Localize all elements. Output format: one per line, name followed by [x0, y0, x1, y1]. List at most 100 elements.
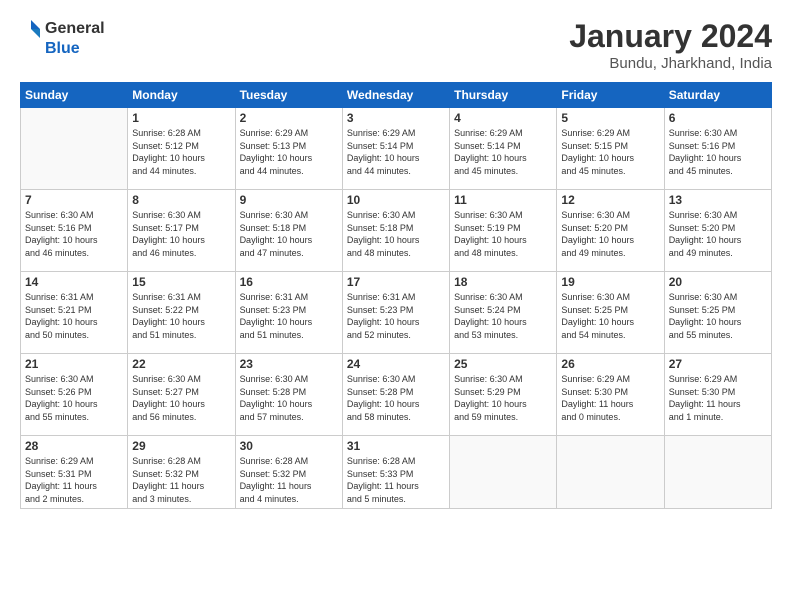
day-number: 29: [132, 439, 230, 453]
day-number: 6: [669, 111, 767, 125]
day-info: Sunrise: 6:28 AM Sunset: 5:32 PM Dayligh…: [132, 455, 230, 505]
calendar-cell-w3-d3: 16Sunrise: 6:31 AM Sunset: 5:23 PM Dayli…: [235, 272, 342, 354]
day-info: Sunrise: 6:29 AM Sunset: 5:31 PM Dayligh…: [25, 455, 123, 505]
calendar-week-4: 21Sunrise: 6:30 AM Sunset: 5:26 PM Dayli…: [21, 354, 772, 436]
calendar-cell-w1-d2: 1Sunrise: 6:28 AM Sunset: 5:12 PM Daylig…: [128, 108, 235, 190]
page: General Blue January 2024 Bundu, Jharkha…: [0, 0, 792, 612]
day-info: Sunrise: 6:30 AM Sunset: 5:25 PM Dayligh…: [561, 291, 659, 341]
day-number: 4: [454, 111, 552, 125]
day-info: Sunrise: 6:30 AM Sunset: 5:20 PM Dayligh…: [669, 209, 767, 259]
calendar-cell-w4-d7: 27Sunrise: 6:29 AM Sunset: 5:30 PM Dayli…: [664, 354, 771, 436]
calendar-cell-w4-d6: 26 Sunrise: 6:29 AM Sunset: 5:30 PM Dayli…: [557, 354, 664, 436]
day-number: 30: [240, 439, 338, 453]
day-number: 24: [347, 357, 445, 371]
day-info: Sunrise: 6:29 AM Sunset: 5:30 PM Dayligh…: [561, 373, 659, 423]
day-info: Sunrise: 6:30 AM Sunset: 5:24 PM Dayligh…: [454, 291, 552, 341]
calendar-cell-w1-d6: 5Sunrise: 6:29 AM Sunset: 5:15 PM Daylig…: [557, 108, 664, 190]
calendar-cell-w5-d4: 31 Sunrise: 6:28 AM Sunset: 5:33 PM Dayli…: [342, 436, 449, 509]
day-number: 7: [25, 193, 123, 207]
calendar-cell-w5-d1: 28 Sunrise: 6:29 AM Sunset: 5:31 PM Dayli…: [21, 436, 128, 509]
day-number: 18: [454, 275, 552, 289]
day-number: 11: [454, 193, 552, 207]
calendar-cell-w4-d4: 24 Sunrise: 6:30 AM Sunset: 5:28 PM Dayli…: [342, 354, 449, 436]
calendar-cell-w1-d3: 2Sunrise: 6:29 AM Sunset: 5:13 PM Daylig…: [235, 108, 342, 190]
day-number: 17: [347, 275, 445, 289]
calendar-cell-w2-d2: 8 Sunrise: 6:30 AM Sunset: 5:17 PM Daylig…: [128, 190, 235, 272]
calendar-cell-w3-d5: 18 Sunrise: 6:30 AM Sunset: 5:24 PM Dayli…: [450, 272, 557, 354]
calendar-cell-w3-d6: 19 Sunrise: 6:30 AM Sunset: 5:25 PM Dayli…: [557, 272, 664, 354]
day-info: Sunrise: 6:30 AM Sunset: 5:16 PM Dayligh…: [25, 209, 123, 259]
header: General Blue January 2024 Bundu, Jharkha…: [20, 18, 772, 72]
day-number: 25: [454, 357, 552, 371]
calendar-cell-w2-d3: 9 Sunrise: 6:30 AM Sunset: 5:18 PM Daylig…: [235, 190, 342, 272]
day-info: Sunrise: 6:30 AM Sunset: 5:28 PM Dayligh…: [347, 373, 445, 423]
day-number: 13: [669, 193, 767, 207]
location: Bundu, Jharkhand, India: [569, 55, 772, 72]
day-number: 12: [561, 193, 659, 207]
calendar-cell-w4-d3: 23Sunrise: 6:30 AM Sunset: 5:28 PM Dayli…: [235, 354, 342, 436]
day-info: Sunrise: 6:30 AM Sunset: 5:29 PM Dayligh…: [454, 373, 552, 423]
logo: General Blue: [20, 18, 105, 58]
calendar-cell-w5-d3: 30Sunrise: 6:28 AM Sunset: 5:32 PM Dayli…: [235, 436, 342, 509]
calendar-week-2: 7 Sunrise: 6:30 AM Sunset: 5:16 PM Daylig…: [21, 190, 772, 272]
day-number: 2: [240, 111, 338, 125]
col-friday: Friday: [557, 83, 664, 108]
calendar-cell-w4-d1: 21Sunrise: 6:30 AM Sunset: 5:26 PM Dayli…: [21, 354, 128, 436]
calendar-cell-w5-d7: [664, 436, 771, 509]
calendar-week-3: 14Sunrise: 6:31 AM Sunset: 5:21 PM Dayli…: [21, 272, 772, 354]
col-saturday: Saturday: [664, 83, 771, 108]
calendar-week-5: 28 Sunrise: 6:29 AM Sunset: 5:31 PM Dayli…: [21, 436, 772, 509]
calendar-cell-w2-d5: 11Sunrise: 6:30 AM Sunset: 5:19 PM Dayli…: [450, 190, 557, 272]
calendar-cell-w3-d1: 14Sunrise: 6:31 AM Sunset: 5:21 PM Dayli…: [21, 272, 128, 354]
calendar-cell-w3-d7: 20Sunrise: 6:30 AM Sunset: 5:25 PM Dayli…: [664, 272, 771, 354]
day-number: 14: [25, 275, 123, 289]
calendar-header-row: Sunday Monday Tuesday Wednesday Thursday…: [21, 83, 772, 108]
col-thursday: Thursday: [450, 83, 557, 108]
day-number: 5: [561, 111, 659, 125]
calendar-cell-w3-d2: 15 Sunrise: 6:31 AM Sunset: 5:22 PM Dayli…: [128, 272, 235, 354]
calendar-cell-w2-d1: 7 Sunrise: 6:30 AM Sunset: 5:16 PM Daylig…: [21, 190, 128, 272]
day-number: 1: [132, 111, 230, 125]
calendar-table: Sunday Monday Tuesday Wednesday Thursday…: [20, 82, 772, 509]
calendar-cell-w2-d7: 13 Sunrise: 6:30 AM Sunset: 5:20 PM Dayli…: [664, 190, 771, 272]
day-info: Sunrise: 6:31 AM Sunset: 5:23 PM Dayligh…: [347, 291, 445, 341]
day-info: Sunrise: 6:31 AM Sunset: 5:22 PM Dayligh…: [132, 291, 230, 341]
day-number: 26: [561, 357, 659, 371]
day-number: 9: [240, 193, 338, 207]
day-info: Sunrise: 6:30 AM Sunset: 5:20 PM Dayligh…: [561, 209, 659, 259]
title-block: January 2024 Bundu, Jharkhand, India: [569, 18, 772, 72]
day-info: Sunrise: 6:30 AM Sunset: 5:27 PM Dayligh…: [132, 373, 230, 423]
day-info: Sunrise: 6:29 AM Sunset: 5:14 PM Dayligh…: [454, 127, 552, 177]
calendar-cell-w1-d4: 3Sunrise: 6:29 AM Sunset: 5:14 PM Daylig…: [342, 108, 449, 190]
day-number: 16: [240, 275, 338, 289]
calendar-cell-w1-d1: [21, 108, 128, 190]
day-info: Sunrise: 6:30 AM Sunset: 5:17 PM Dayligh…: [132, 209, 230, 259]
day-number: 20: [669, 275, 767, 289]
day-info: Sunrise: 6:30 AM Sunset: 5:18 PM Dayligh…: [240, 209, 338, 259]
day-number: 31: [347, 439, 445, 453]
col-wednesday: Wednesday: [342, 83, 449, 108]
day-number: 8: [132, 193, 230, 207]
day-info: Sunrise: 6:30 AM Sunset: 5:28 PM Dayligh…: [240, 373, 338, 423]
day-number: 22: [132, 357, 230, 371]
calendar-cell-w2-d6: 12 Sunrise: 6:30 AM Sunset: 5:20 PM Dayli…: [557, 190, 664, 272]
day-info: Sunrise: 6:29 AM Sunset: 5:14 PM Dayligh…: [347, 127, 445, 177]
calendar-week-1: 1Sunrise: 6:28 AM Sunset: 5:12 PM Daylig…: [21, 108, 772, 190]
calendar-cell-w5-d2: 29 Sunrise: 6:28 AM Sunset: 5:32 PM Dayli…: [128, 436, 235, 509]
calendar-cell-w4-d2: 22 Sunrise: 6:30 AM Sunset: 5:27 PM Dayli…: [128, 354, 235, 436]
day-info: Sunrise: 6:30 AM Sunset: 5:26 PM Dayligh…: [25, 373, 123, 423]
day-number: 10: [347, 193, 445, 207]
calendar-cell-w4-d5: 25 Sunrise: 6:30 AM Sunset: 5:29 PM Dayli…: [450, 354, 557, 436]
day-number: 28: [25, 439, 123, 453]
day-info: Sunrise: 6:30 AM Sunset: 5:18 PM Dayligh…: [347, 209, 445, 259]
calendar-cell-w1-d5: 4 Sunrise: 6:29 AM Sunset: 5:14 PM Daylig…: [450, 108, 557, 190]
day-info: Sunrise: 6:28 AM Sunset: 5:33 PM Dayligh…: [347, 455, 445, 505]
calendar-cell-w1-d7: 6Sunrise: 6:30 AM Sunset: 5:16 PM Daylig…: [664, 108, 771, 190]
day-number: 27: [669, 357, 767, 371]
calendar-cell-w5-d5: [450, 436, 557, 509]
col-monday: Monday: [128, 83, 235, 108]
calendar-cell-w2-d4: 10 Sunrise: 6:30 AM Sunset: 5:18 PM Dayli…: [342, 190, 449, 272]
calendar-cell-w3-d4: 17 Sunrise: 6:31 AM Sunset: 5:23 PM Dayli…: [342, 272, 449, 354]
day-number: 15: [132, 275, 230, 289]
day-number: 19: [561, 275, 659, 289]
